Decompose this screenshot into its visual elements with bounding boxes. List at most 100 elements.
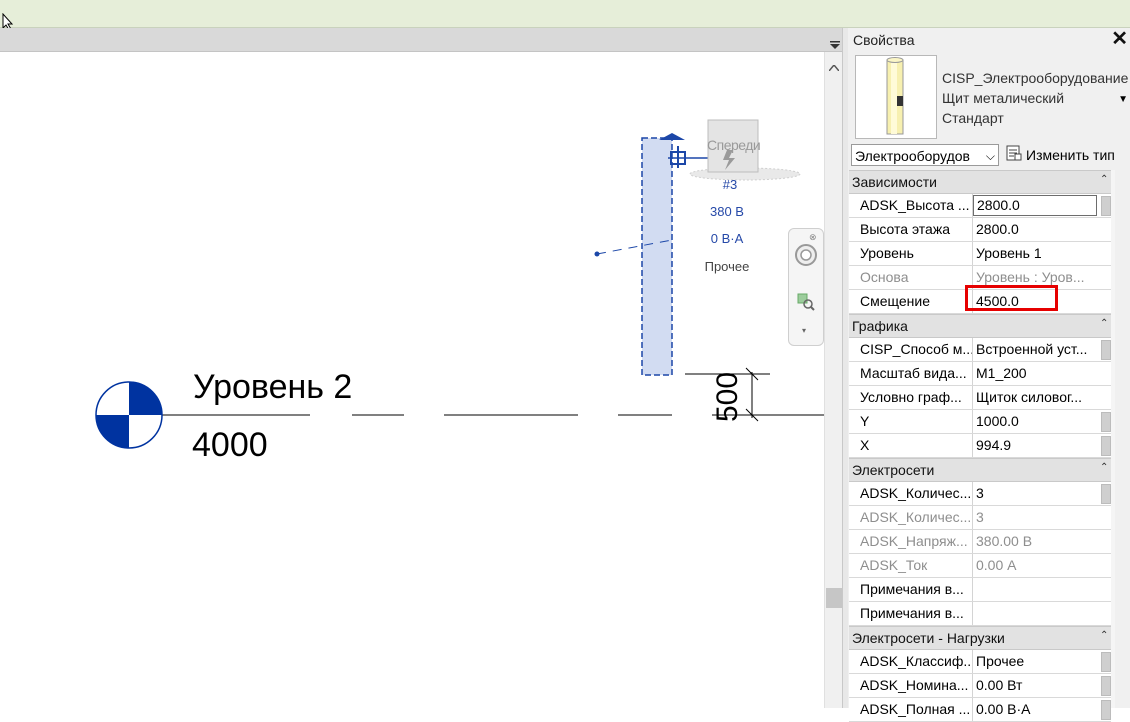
property-key: ADSK_Номина... <box>849 674 973 697</box>
type-preview-image <box>855 55 937 139</box>
zoom-icon[interactable] <box>797 293 815 316</box>
row-scroll-thumb[interactable] <box>1101 196 1111 216</box>
row-scroll-thumb[interactable] <box>1101 484 1111 504</box>
property-key: Смещение <box>849 290 973 313</box>
property-value[interactable]: Щиток силовог... <box>973 386 1111 409</box>
level-head-marker-icon[interactable] <box>95 381 163 454</box>
property-value[interactable]: 994.9 <box>973 434 1111 457</box>
property-row[interactable]: ADSK_Классиф... Прочее <box>849 650 1111 674</box>
property-key: ADSK_Высота ... <box>849 194 973 217</box>
property-row[interactable]: ADSK_Количес... 3 <box>849 482 1111 506</box>
row-scroll-thumb[interactable] <box>1101 652 1111 672</box>
property-value[interactable]: Прочее <box>973 650 1111 673</box>
tag-number: #3 <box>722 177 738 192</box>
property-section-header[interactable]: Графика <box>849 314 1111 338</box>
view-title-bar <box>0 28 848 52</box>
scroll-up-icon[interactable] <box>828 58 840 76</box>
edit-type-icon <box>1006 145 1022 167</box>
property-value-input[interactable]: 2800.0 <box>973 195 1097 216</box>
level-name-label[interactable]: Уровень 2 <box>193 368 352 407</box>
steering-wheel-icon[interactable] <box>794 243 818 272</box>
property-key: ADSK_Классиф... <box>849 650 973 673</box>
property-key: Высота этажа <box>849 218 973 241</box>
nav-bar-menu-icon[interactable]: ▾ <box>802 326 806 335</box>
collapse-icon[interactable]: ⌃ <box>1100 174 1108 185</box>
tag-class: Прочее <box>704 259 750 274</box>
property-row[interactable]: CISP_Способ м... Встроенной уст... <box>849 338 1111 362</box>
property-value[interactable] <box>973 602 1111 625</box>
property-row[interactable]: X 994.9 <box>849 434 1111 458</box>
property-value[interactable]: 3 <box>973 482 1111 505</box>
property-key: ADSK_Количес... <box>849 482 973 505</box>
property-section-header[interactable]: Электросети <box>849 458 1111 482</box>
nav-bar-close-icon[interactable]: ⊗ <box>809 232 817 243</box>
drawing-canvas[interactable]: Спереди Уровень 2 4000 500 #3 380 В 0 В·… <box>0 52 824 708</box>
level-elevation-label[interactable]: 4000 <box>192 426 268 465</box>
properties-grid: Зависимости ADSK_Высота ... 2800.0 Высота э… <box>849 170 1111 722</box>
property-value[interactable]: Уровень 1 <box>973 242 1111 265</box>
property-key: Примечания в... <box>849 602 973 625</box>
property-row[interactable]: ADSK_Номина... 0.00 Вт <box>849 674 1111 698</box>
property-section-title: Графика <box>852 318 908 334</box>
property-row[interactable]: Y 1000.0 <box>849 410 1111 434</box>
scrollbar-thumb[interactable] <box>826 588 842 608</box>
properties-panel: Свойства ✕ CISP_Электрооборудование Щит … <box>848 28 1130 722</box>
tag-load: 0 В·А <box>710 231 744 246</box>
property-value[interactable]: М1_200 <box>973 362 1111 385</box>
properties-title: Свойства <box>853 32 915 48</box>
property-value[interactable]: 2800.0 <box>973 218 1111 241</box>
property-value[interactable]: 0.00 В·А <box>973 698 1111 721</box>
property-key: Примечания в... <box>849 578 973 601</box>
property-key: Масштаб вида... <box>849 362 973 385</box>
property-value[interactable]: 3 <box>973 506 1111 529</box>
property-section-header[interactable]: Электросети - Нагрузки <box>849 626 1111 650</box>
collapse-icon[interactable]: ⌃ <box>1100 462 1108 473</box>
property-value[interactable] <box>973 578 1111 601</box>
row-scroll-thumb[interactable] <box>1101 700 1111 720</box>
collapse-icon[interactable]: ⌃ <box>1100 318 1108 329</box>
edit-type-button[interactable]: Изменить тип <box>1006 144 1115 166</box>
navigation-bar: ▾ ⊗ <box>788 228 824 346</box>
property-key: ADSK_Ток <box>849 554 973 577</box>
property-row[interactable]: ADSK_Полная ... 0.00 В·А <box>849 698 1111 722</box>
view-cube-face-front[interactable]: Спереди <box>707 137 761 153</box>
property-key: ADSK_Напряж... <box>849 530 973 553</box>
edit-type-label: Изменить тип <box>1026 147 1115 163</box>
chevron-down-icon[interactable]: ▼ <box>1118 94 1128 105</box>
dimension-value[interactable]: 500 <box>711 367 745 427</box>
canvas-vertical-scrollbar[interactable] <box>824 52 843 708</box>
property-key: Основа <box>849 266 973 289</box>
category-filter-value: Электрооборудов <box>855 148 970 164</box>
property-key: Уровень <box>849 242 973 265</box>
row-scroll-thumb[interactable] <box>1101 412 1111 432</box>
property-row[interactable]: Примечания в... <box>849 578 1111 602</box>
category-filter-select[interactable]: Электрооборудов ⌵ <box>851 144 999 166</box>
property-value[interactable]: 0.00 А <box>973 554 1111 577</box>
property-value[interactable]: 0.00 Вт <box>973 674 1111 697</box>
property-section-header[interactable]: Зависимости <box>849 170 1111 194</box>
property-row[interactable]: Масштаб вида... М1_200 <box>849 362 1111 386</box>
type-name-label[interactable]: CISP_Электрооборудование Щит металически… <box>942 68 1128 128</box>
collapse-icon[interactable]: ⌃ <box>1100 630 1108 641</box>
property-row[interactable]: Высота этажа 2800.0 <box>849 218 1111 242</box>
property-row[interactable]: Уровень Уровень 1 <box>849 242 1111 266</box>
properties-header: Свойства ✕ <box>848 28 1130 52</box>
property-value[interactable]: 380.00 В <box>973 530 1111 553</box>
property-row[interactable]: ADSK_Высота ... 2800.0 <box>849 194 1111 218</box>
property-row[interactable]: ADSK_Ток 0.00 А <box>849 554 1111 578</box>
property-value[interactable]: 1000.0 <box>973 410 1111 433</box>
property-row[interactable]: ADSK_Напряж... 380.00 В <box>849 530 1111 554</box>
property-row[interactable]: ADSK_Количес... 3 <box>849 506 1111 530</box>
row-scroll-thumb[interactable] <box>1101 436 1111 456</box>
property-value[interactable]: Встроенной уст... <box>973 338 1111 361</box>
highlight-box <box>965 285 1058 311</box>
close-icon[interactable]: ✕ <box>1111 29 1128 49</box>
ribbon-status-bar <box>0 0 1130 28</box>
row-scroll-thumb[interactable] <box>1101 340 1111 360</box>
property-row[interactable]: Примечания в... <box>849 602 1111 626</box>
property-key: X <box>849 434 973 457</box>
property-section-title: Электросети <box>852 462 935 478</box>
row-scroll-thumb[interactable] <box>1101 676 1111 696</box>
chevron-down-icon: ⌵ <box>985 149 995 163</box>
property-row[interactable]: Условно граф... Щиток силовог... <box>849 386 1111 410</box>
